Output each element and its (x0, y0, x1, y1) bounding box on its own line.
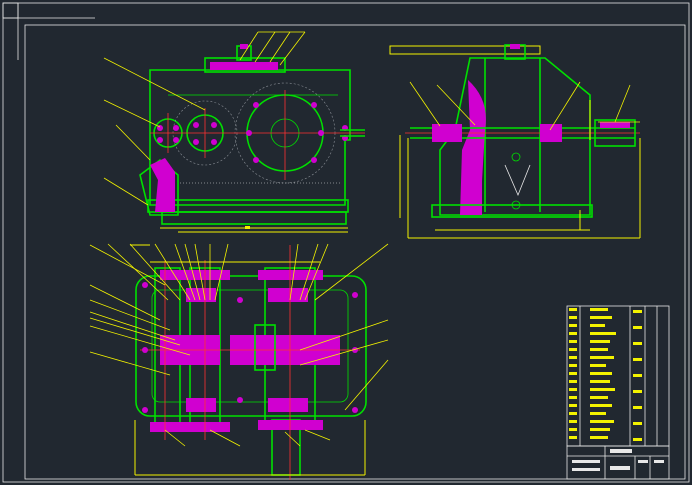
drawing-sheet[interactable] (0, 0, 692, 485)
sheet-border (2, 2, 690, 483)
parts-list[interactable] (566, 305, 670, 447)
front-view[interactable] (103, 31, 365, 233)
cad-drawing-canvas[interactable] (0, 0, 692, 485)
top-view[interactable] (89, 243, 389, 480)
side-view[interactable] (389, 44, 641, 239)
title-block[interactable] (566, 445, 670, 480)
